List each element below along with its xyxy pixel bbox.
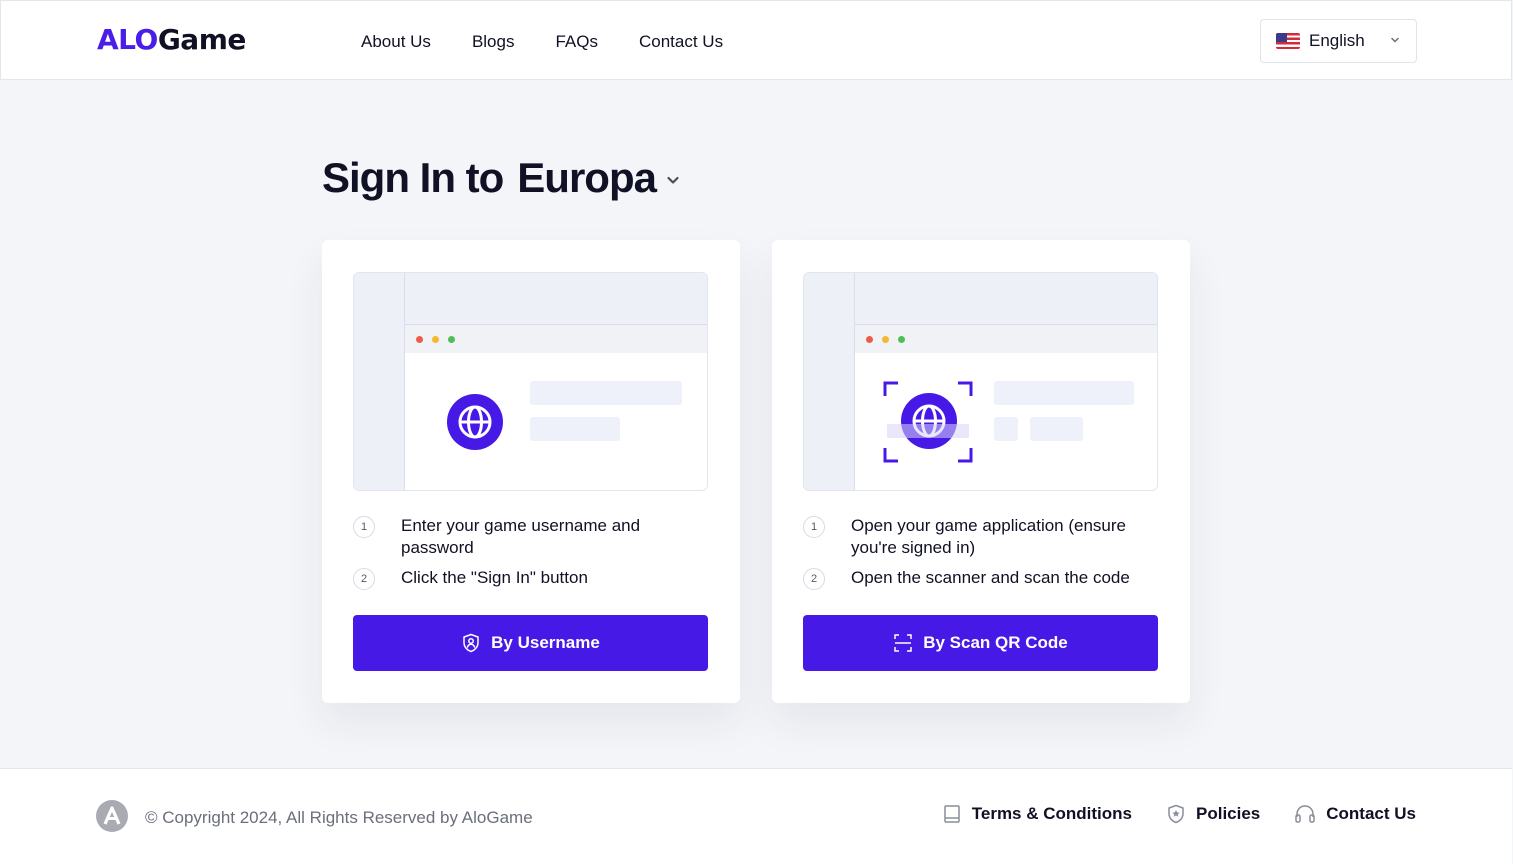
globe-icon	[447, 394, 503, 450]
shield-star-icon	[1168, 804, 1184, 824]
footer-terms-link[interactable]: Terms & Conditions	[942, 803, 1132, 825]
nav-faqs[interactable]: FAQs	[555, 31, 598, 53]
us-flag-icon	[1276, 33, 1300, 49]
header: ALOGame About Us Blogs FAQs Contact Us E…	[0, 0, 1512, 80]
steps-list: 1 Open your game application (ensure you…	[803, 515, 1158, 598]
headphones-icon	[1295, 805, 1316, 823]
step-number: 1	[353, 516, 375, 538]
copyright-text: © Copyright 2024, All Rights Reserved by…	[145, 808, 533, 827]
footer-contact-link[interactable]: Contact Us	[1294, 803, 1416, 825]
logo-alo: ALO	[97, 23, 158, 56]
footer-policies-link[interactable]: Policies	[1166, 803, 1260, 825]
step-text: Enter your game username and password	[401, 516, 641, 557]
button-label: By Scan QR Code	[923, 633, 1068, 652]
page-title: Sign In to Europa	[322, 152, 680, 204]
step-text: Open the scanner and scan the code	[851, 568, 1130, 587]
step-number: 2	[803, 568, 825, 590]
chevron-down-icon[interactable]	[666, 173, 680, 187]
language-selector[interactable]: English	[1260, 19, 1417, 63]
chevron-down-icon	[1391, 37, 1399, 43]
title-prefix: Sign In to	[322, 154, 504, 201]
by-username-button[interactable]: By Username	[353, 615, 708, 671]
steps-list: 1 Enter your game username and password …	[353, 515, 708, 598]
nav-blogs[interactable]: Blogs	[472, 31, 515, 53]
footer-link-label: Terms & Conditions	[971, 804, 1132, 823]
footer-links: Terms & Conditions Policies Contact Us	[942, 803, 1416, 825]
logo-game: Game	[157, 23, 247, 56]
step-number: 1	[803, 516, 825, 538]
footer-link-label: Policies	[1196, 804, 1261, 823]
nav-contact-us[interactable]: Contact Us	[639, 31, 723, 53]
nav-about-us[interactable]: About Us	[361, 31, 431, 53]
footer: © Copyright 2024, All Rights Reserved by…	[0, 768, 1512, 864]
scan-frame-icon	[883, 381, 973, 463]
username-signin-card: 1 Enter your game username and password …	[322, 240, 740, 703]
alogame-logo-icon	[96, 800, 128, 832]
step-text: Click the "Sign In" button	[401, 568, 588, 587]
server-selector[interactable]: Europa	[517, 152, 657, 204]
footer-link-label: Contact Us	[1326, 804, 1416, 823]
shield-user-icon	[463, 633, 479, 653]
button-label: By Username	[491, 633, 600, 652]
step-item: 2 Open the scanner and scan the code	[803, 567, 1158, 590]
step-text: Open your game application (ensure you'r…	[851, 516, 1126, 557]
browser-illustration	[353, 272, 708, 491]
by-scan-qr-code-button[interactable]: By Scan QR Code	[803, 615, 1158, 671]
step-item: 1 Enter your game username and password	[353, 515, 708, 559]
step-item: 1 Open your game application (ensure you…	[803, 515, 1158, 559]
document-icon	[944, 805, 960, 823]
browser-illustration	[803, 272, 1158, 491]
qr-signin-card: 1 Open your game application (ensure you…	[772, 240, 1190, 703]
logo[interactable]: ALOGame	[97, 23, 246, 57]
language-label: English	[1309, 31, 1365, 50]
step-item: 2 Click the "Sign In" button	[353, 567, 708, 590]
main-nav: About Us Blogs FAQs Contact Us	[361, 31, 723, 53]
scan-icon	[894, 634, 912, 652]
step-number: 2	[353, 568, 375, 590]
